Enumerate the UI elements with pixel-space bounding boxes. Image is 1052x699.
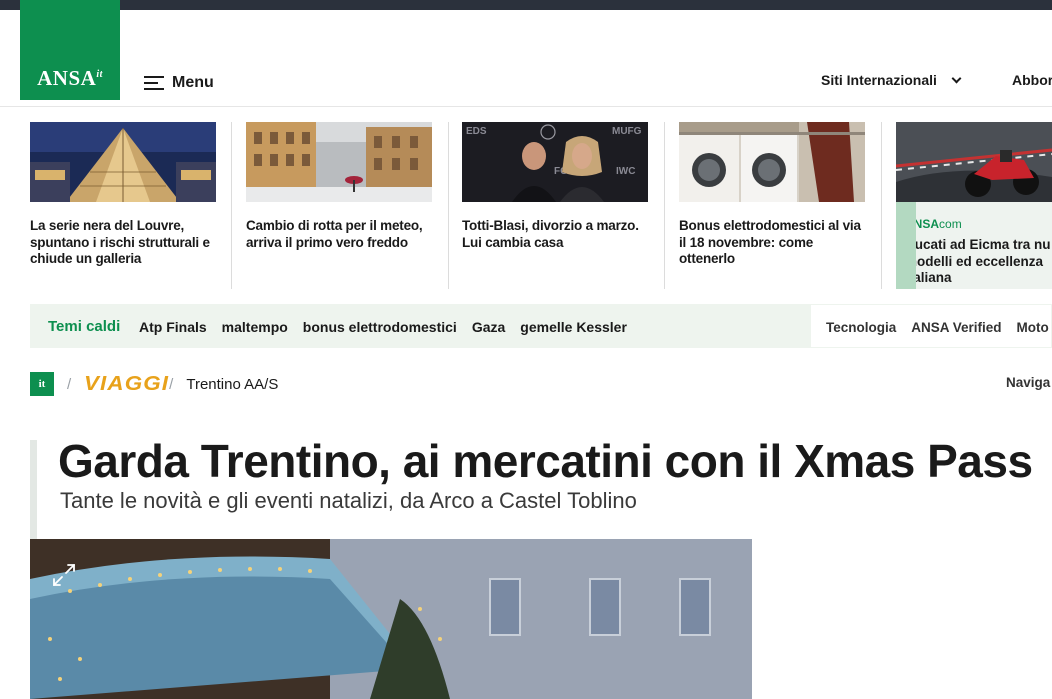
hot-topics-bar: Temi caldi Atp Finals maltempo bonus ele… [30,304,1052,348]
svg-text:IWC: IWC [616,166,635,177]
divider [231,122,232,289]
section-link-ansa-verified[interactable]: ANSA Verified [911,320,1001,335]
article-subheadline: Tante le novità e gli eventi natalizi, d… [60,488,637,513]
breadcrumb-trentino[interactable]: Trentino AA/S [186,376,278,393]
news-card[interactable]: EDS MUFG IWC FG Totti-Blasi, divorzio a mar… [462,122,648,289]
news-card[interactable]: La serie nera del Louvre, spuntano i ris… [30,122,216,289]
breadcrumb-separator: / [169,375,174,393]
news-title: La serie nera del Louvre, spuntano i ris… [30,218,210,266]
article-rule [30,440,37,540]
appliances-thumbnail [679,122,865,202]
hot-topic-link[interactable]: Gaza [472,319,505,335]
ansa-home-icon[interactable]: it [30,372,54,396]
expand-icon[interactable] [50,561,78,589]
ansa-logo[interactable]: ANSAit [20,0,120,100]
ansacom-brand: ANSAcom [905,217,962,231]
article-header: Garda Trentino, ai mercatini con il Xmas… [30,435,1052,540]
hot-topic-link[interactable]: bonus elettrodomestici [303,319,457,335]
subscribe-link[interactable]: Abbor [1012,72,1052,88]
logo-text: ANSAit [37,66,103,90]
christmas-market-photo [30,539,752,699]
section-link-moto[interactable]: Moto [1017,320,1049,335]
news-title: Totti-Blasi, divorzio a marzo. Lui cambi… [462,218,639,250]
naviga-link[interactable]: Naviga [1006,375,1050,390]
svg-text:EDS: EDS [466,126,487,137]
news-card-partner[interactable]: ANSAcom Ducati ad Eicma tra nu modelli e… [895,122,1052,289]
hot-topic-link[interactable]: Atp Finals [139,319,207,335]
hot-topic-link[interactable]: gemelle Kessler [520,319,627,335]
news-title: Bonus elettrodomestici al via il 18 nove… [679,218,861,266]
divider [664,122,665,289]
hero-image[interactable] [30,539,752,699]
snow-street-thumbnail [246,122,432,202]
news-card[interactable]: Bonus elettrodomestici al via il 18 nove… [679,122,865,289]
partner-accent [896,202,916,289]
top-bar [0,0,1052,10]
breadcrumb: it / VIAGGI / Trentino AA/S [30,372,278,396]
menu-label: Menu [172,74,214,91]
breadcrumb-viaggi[interactable]: VIAGGI [84,373,168,396]
news-title: Cambio di rotta per il meteo, arriva il … [246,218,423,250]
breadcrumb-separator: / [67,375,72,393]
sites-label: Siti Internazionali [821,72,937,88]
louvre-thumbnail [30,122,216,202]
news-strip: La serie nera del Louvre, spuntano i ris… [30,122,1052,289]
divider [448,122,449,289]
svg-text:MUFG: MUFG [612,126,642,137]
section-links: Tecnologia ANSA Verified Moto [810,304,1052,348]
article-headline: Garda Trentino, ai mercatini con il Xmas… [58,435,1033,487]
hot-topics-label: Temi caldi [48,318,121,335]
header-divider [0,106,1052,107]
section-link-tecnologia[interactable]: Tecnologia [826,320,896,335]
chevron-down-icon [951,73,962,83]
menu-button[interactable]: Menu [144,74,214,92]
divider [881,122,882,289]
news-card[interactable]: Cambio di rotta per il meteo, arriva il … [246,122,432,289]
news-title: Ducati ad Eicma tra nu modelli ed eccell… [905,237,1051,285]
totti-blasi-thumbnail: EDS MUFGIWCFG [462,122,648,202]
ducati-thumbnail [895,122,1052,202]
international-sites-dropdown[interactable]: Siti Internazionali [821,72,962,88]
hot-topic-link[interactable]: maltempo [222,319,288,335]
hamburger-icon [144,75,164,91]
hot-topics-list: Atp Finals maltempo bonus elettrodomesti… [139,319,627,335]
